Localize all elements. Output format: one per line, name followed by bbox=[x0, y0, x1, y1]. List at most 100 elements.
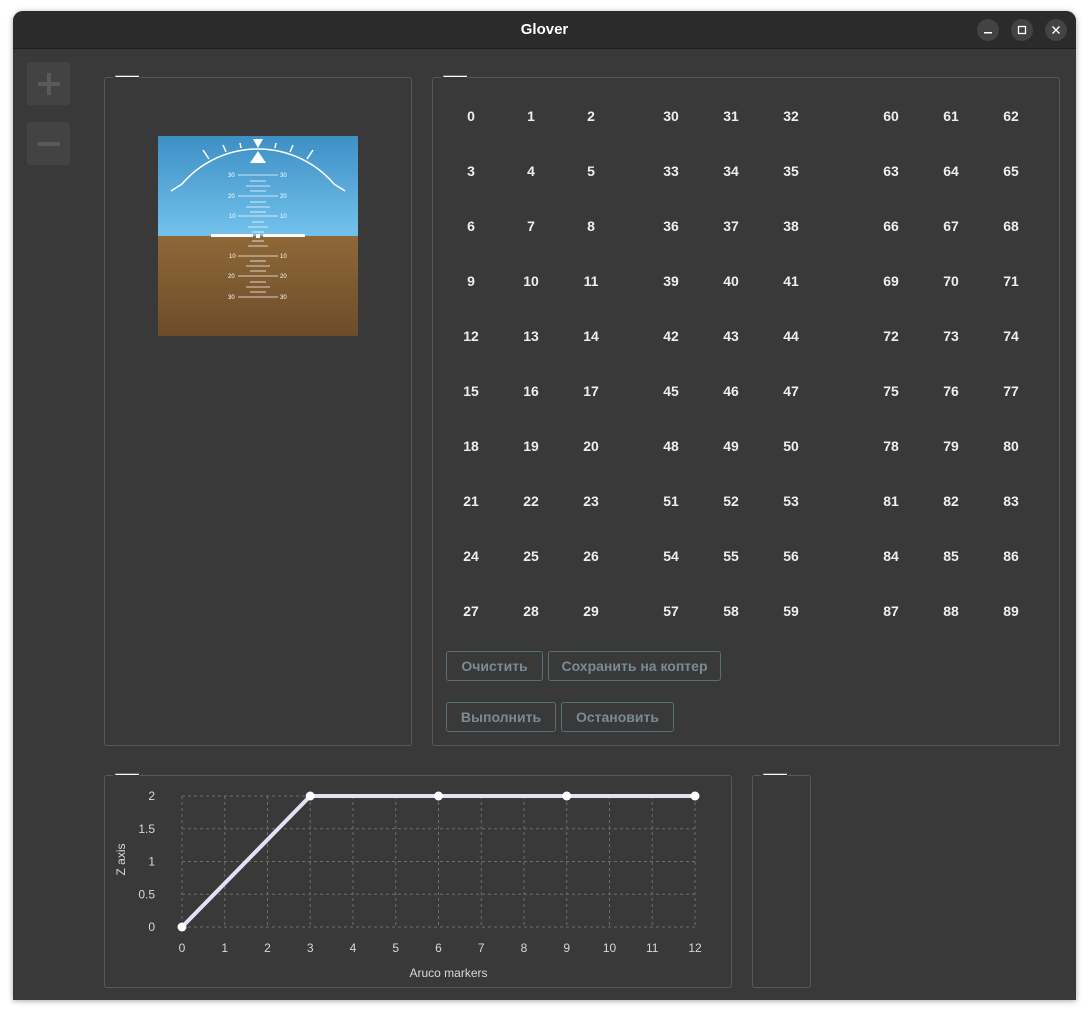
marker-button[interactable]: 82 bbox=[931, 491, 971, 511]
marker-button[interactable]: 50 bbox=[771, 436, 811, 456]
marker-button[interactable]: 16 bbox=[511, 381, 551, 401]
marker-button[interactable]: 54 bbox=[651, 546, 691, 566]
marker-button[interactable]: 33 bbox=[651, 161, 691, 181]
marker-button[interactable]: 36 bbox=[651, 216, 691, 236]
marker-button[interactable]: 37 bbox=[711, 216, 751, 236]
marker-button[interactable]: 88 bbox=[931, 601, 971, 621]
marker-button[interactable]: 84 bbox=[871, 546, 911, 566]
marker-button[interactable]: 79 bbox=[931, 436, 971, 456]
zoom-in-button[interactable] bbox=[27, 62, 70, 105]
marker-button[interactable]: 46 bbox=[711, 381, 751, 401]
marker-button[interactable]: 8 bbox=[571, 216, 611, 236]
marker-button[interactable]: 25 bbox=[511, 546, 551, 566]
marker-button[interactable]: 10 bbox=[511, 271, 551, 291]
marker-button[interactable]: 57 bbox=[651, 601, 691, 621]
marker-button[interactable]: 75 bbox=[871, 381, 911, 401]
marker-button[interactable]: 66 bbox=[871, 216, 911, 236]
marker-button[interactable]: 71 bbox=[991, 271, 1031, 291]
marker-button[interactable]: 17 bbox=[571, 381, 611, 401]
marker-button[interactable]: 72 bbox=[871, 326, 911, 346]
marker-button[interactable]: 32 bbox=[771, 106, 811, 126]
marker-button[interactable]: 21 bbox=[451, 491, 491, 511]
marker-button[interactable]: 49 bbox=[711, 436, 751, 456]
marker-button[interactable]: 83 bbox=[991, 491, 1031, 511]
marker-button[interactable]: 67 bbox=[931, 216, 971, 236]
marker-button[interactable]: 9 bbox=[451, 271, 491, 291]
marker-button[interactable]: 64 bbox=[931, 161, 971, 181]
stop-button[interactable]: Остановить bbox=[561, 702, 674, 732]
marker-button[interactable]: 51 bbox=[651, 491, 691, 511]
marker-button[interactable]: 35 bbox=[771, 161, 811, 181]
marker-button[interactable]: 27 bbox=[451, 601, 491, 621]
marker-button[interactable]: 52 bbox=[711, 491, 751, 511]
marker-button[interactable]: 77 bbox=[991, 381, 1031, 401]
marker-button[interactable]: 45 bbox=[651, 381, 691, 401]
marker-button[interactable]: 74 bbox=[991, 326, 1031, 346]
marker-button[interactable]: 65 bbox=[991, 161, 1031, 181]
marker-button[interactable]: 41 bbox=[771, 271, 811, 291]
marker-button[interactable]: 59 bbox=[771, 601, 811, 621]
marker-button[interactable]: 86 bbox=[991, 546, 1031, 566]
marker-button[interactable]: 53 bbox=[771, 491, 811, 511]
marker-button[interactable]: 1 bbox=[511, 106, 551, 126]
marker-button[interactable]: 7 bbox=[511, 216, 551, 236]
marker-button[interactable]: 2 bbox=[571, 106, 611, 126]
marker-button[interactable]: 13 bbox=[511, 326, 551, 346]
marker-button[interactable]: 63 bbox=[871, 161, 911, 181]
marker-button[interactable]: 78 bbox=[871, 436, 911, 456]
marker-button[interactable]: 69 bbox=[871, 271, 911, 291]
marker-button[interactable]: 18 bbox=[451, 436, 491, 456]
marker-button[interactable]: 26 bbox=[571, 546, 611, 566]
marker-button[interactable]: 20 bbox=[571, 436, 611, 456]
save-to-copter-button[interactable]: Сохранить на коптер bbox=[548, 651, 721, 681]
marker-button[interactable]: 87 bbox=[871, 601, 911, 621]
marker-button[interactable]: 38 bbox=[771, 216, 811, 236]
marker-button[interactable]: 47 bbox=[771, 381, 811, 401]
marker-button[interactable]: 0 bbox=[451, 106, 491, 126]
data-point[interactable] bbox=[562, 791, 572, 801]
marker-button[interactable]: 15 bbox=[451, 381, 491, 401]
data-point[interactable] bbox=[434, 791, 443, 801]
marker-button[interactable]: 56 bbox=[771, 546, 811, 566]
marker-button[interactable]: 40 bbox=[711, 271, 751, 291]
marker-button[interactable]: 48 bbox=[651, 436, 691, 456]
marker-button[interactable]: 11 bbox=[571, 271, 611, 291]
maximize-button[interactable] bbox=[1011, 19, 1033, 41]
marker-button[interactable]: 61 bbox=[931, 106, 971, 126]
marker-button[interactable]: 3 bbox=[451, 161, 491, 181]
marker-button[interactable]: 62 bbox=[991, 106, 1031, 126]
marker-button[interactable]: 42 bbox=[651, 326, 691, 346]
marker-button[interactable]: 24 bbox=[451, 546, 491, 566]
data-point[interactable] bbox=[305, 791, 315, 801]
marker-button[interactable]: 30 bbox=[651, 106, 691, 126]
marker-button[interactable]: 43 bbox=[711, 326, 751, 346]
marker-button[interactable]: 76 bbox=[931, 381, 971, 401]
marker-button[interactable]: 58 bbox=[711, 601, 751, 621]
data-point[interactable] bbox=[177, 922, 187, 932]
marker-button[interactable]: 73 bbox=[931, 326, 971, 346]
marker-button[interactable]: 28 bbox=[511, 601, 551, 621]
close-button[interactable] bbox=[1045, 19, 1067, 41]
marker-button[interactable]: 14 bbox=[571, 326, 611, 346]
marker-button[interactable]: 12 bbox=[451, 326, 491, 346]
marker-button[interactable]: 29 bbox=[571, 601, 611, 621]
marker-button[interactable]: 89 bbox=[991, 601, 1031, 621]
marker-button[interactable]: 31 bbox=[711, 106, 751, 126]
marker-button[interactable]: 81 bbox=[871, 491, 911, 511]
marker-button[interactable]: 4 bbox=[511, 161, 551, 181]
run-button[interactable]: Выполнить bbox=[446, 702, 556, 732]
marker-button[interactable]: 55 bbox=[711, 546, 751, 566]
marker-button[interactable]: 23 bbox=[571, 491, 611, 511]
zoom-out-button[interactable] bbox=[27, 122, 70, 165]
minimize-button[interactable] bbox=[977, 19, 999, 41]
marker-button[interactable]: 19 bbox=[511, 436, 551, 456]
marker-button[interactable]: 68 bbox=[991, 216, 1031, 236]
marker-button[interactable]: 85 bbox=[931, 546, 971, 566]
marker-button[interactable]: 39 bbox=[651, 271, 691, 291]
marker-button[interactable]: 34 bbox=[711, 161, 751, 181]
data-point[interactable] bbox=[690, 791, 700, 801]
marker-button[interactable]: 5 bbox=[571, 161, 611, 181]
marker-button[interactable]: 70 bbox=[931, 271, 971, 291]
clear-button[interactable]: Очистить bbox=[446, 651, 543, 681]
marker-button[interactable]: 60 bbox=[871, 106, 911, 126]
